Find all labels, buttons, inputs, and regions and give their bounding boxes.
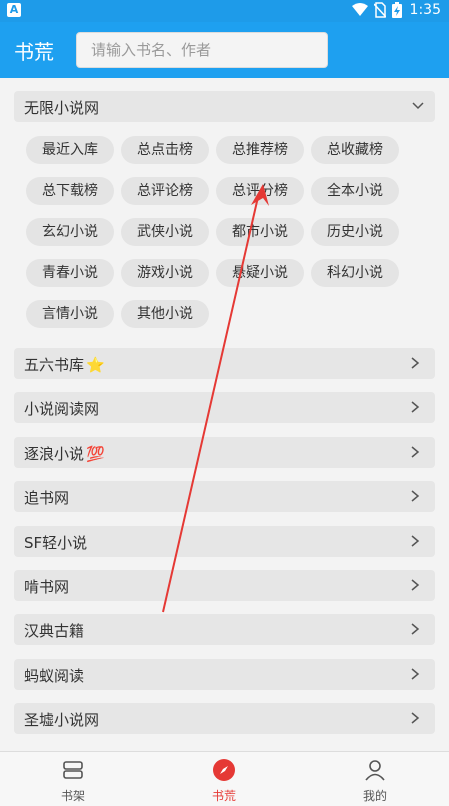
site-row[interactable]: SF轻小说 [14,525,435,557]
category-chip[interactable]: 都市小说 [216,218,304,246]
category-chip[interactable]: 悬疑小说 [216,259,304,287]
wifi-icon [351,3,368,16]
category-chip[interactable]: 总下载榜 [26,177,114,205]
chevron-right-icon [411,623,420,635]
site-name: 啃书网 [24,578,70,596]
category-chip[interactable]: 其他小说 [121,300,209,328]
site-name: 圣墟小说网 [24,711,100,730]
category-chip[interactable]: 玄幻小说 [26,218,114,246]
site-name: 蚂蚁阅读 [24,666,85,685]
category-chip[interactable]: 总评分榜 [216,177,304,205]
site-name: 汉典古籍 [24,622,85,641]
category-chip[interactable]: 总评论榜 [121,177,209,205]
battery-charging-icon [391,2,402,18]
person-icon [365,760,385,781]
category-chip[interactable]: 青春小说 [26,259,114,287]
site-label: 啃书网 [24,576,69,597]
chevron-right-icon [411,579,420,591]
site-label: 小说阅读网 [24,398,99,419]
chevron-right-icon [411,401,420,413]
tab-label: 书架 [60,789,85,803]
tab-bookshelf[interactable]: 书架 [33,758,113,804]
clock: 1:35 [409,2,441,18]
site-label: SF轻小说 [24,532,87,553]
category-chip[interactable]: 总收藏榜 [311,136,399,164]
category-chip[interactable]: 游戏小说 [121,259,209,287]
status-bar: A 1:35 [0,0,449,22]
site-label: 追书网 [24,487,69,508]
site-row[interactable]: 追书网 [14,481,435,513]
chevron-right-icon [411,357,420,369]
content-list: 无限小说网 最近入库 总点击榜 总推荐榜 总收藏榜总下载榜 总评论榜 总评分榜 全本小说玄幻… [0,78,449,751]
site-label: 五六书库 ⭐ [24,354,105,375]
chevron-right-icon [411,490,420,502]
category-chip[interactable]: 全本小说 [311,177,399,205]
page-title: 书荒 [14,40,54,64]
no-sim-icon [373,2,386,18]
site-row[interactable]: 小说阅读网 [14,392,435,424]
site-row[interactable]: 啃书网 [14,570,435,601]
tab-label: 我的 [362,789,387,803]
site-name: 追书网 [24,489,70,508]
site-row[interactable]: 圣墟小说网 [14,703,435,735]
site-label: 逐浪小说 💯 [24,443,105,464]
chevron-right-icon [411,712,420,724]
search-input[interactable]: 请输入书名、作者 [76,32,328,68]
site-row[interactable]: 逐浪小说 💯 [14,436,435,468]
site-name: 小说阅读网 [24,400,100,419]
site-badge: 💯 [86,444,105,463]
site-label: 汉典古籍 [24,620,84,641]
compass-icon [213,759,235,781]
category-chip[interactable]: 武侠小说 [121,218,209,246]
site-name: 五六书库 [24,356,85,374]
category-chip[interactable]: 科幻小说 [311,259,399,287]
section-header-expanded[interactable]: 无限小说网 [14,91,435,122]
chevron-right-icon [411,668,420,680]
category-chip[interactable]: 总推荐榜 [216,136,304,164]
tab-profile[interactable]: 我的 [335,758,415,804]
site-label: 蚂蚁阅读 [24,665,84,686]
site-row[interactable]: 汉典古籍 [14,614,435,646]
category-chip[interactable]: 总点击榜 [121,136,209,164]
chevron-right-icon [411,446,420,458]
site-row[interactable]: 蚂蚁阅读 [14,658,435,690]
site-row[interactable]: 五六书库 ⭐ [14,348,435,379]
bottom-nav: 书架 书荒 我的 [0,751,449,806]
tab-label: 书荒 [211,789,236,803]
app-bar: 书荒 请输入书名、作者 [0,22,449,78]
site-name: SF轻小说 [24,533,88,552]
chevron-down-icon [412,102,424,110]
tab-discover[interactable]: 书荒 [184,758,264,804]
bookshelf-icon [63,761,83,779]
category-chip[interactable]: 最近入库 [26,136,114,164]
app-notification-icon: A [7,3,21,17]
site-label: 圣墟小说网 [24,709,99,730]
chevron-right-icon [411,535,420,547]
site-name: 逐浪小说 [24,444,85,463]
category-chip[interactable]: 言情小说 [26,300,114,328]
category-chip[interactable]: 历史小说 [311,218,399,246]
section-title: 无限小说网 [24,99,100,117]
site-badge: ⭐ [86,356,105,374]
